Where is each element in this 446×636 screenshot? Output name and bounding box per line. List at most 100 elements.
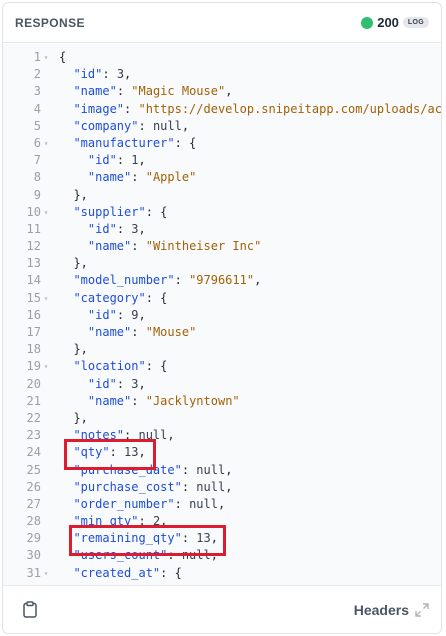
json-code-view[interactable]: 1 ▾{2 "id": 3, 3 "name": "Magic Mouse", 4 "… (3, 49, 441, 582)
code-line: 14 "model_number": "9796611", (3, 272, 441, 289)
json-punctuation: , (138, 445, 146, 460)
json-value: 3 (131, 221, 139, 236)
fold-toggle-icon[interactable]: ▾ (41, 135, 51, 152)
fold-toggle-icon[interactable]: ▾ (41, 49, 51, 66)
json-punctuation: : (131, 393, 146, 408)
code-line: 24 "qty": 13, (3, 444, 441, 461)
line-number: 5 (33, 118, 41, 133)
code-line: 18 }, (3, 341, 441, 358)
line-number: 10 (26, 204, 41, 219)
line-number: 28 (26, 514, 41, 529)
code-line: 8 "name": "Apple" (3, 169, 441, 186)
line-number: 21 (26, 393, 41, 408)
line-text: "order_number": null, (59, 496, 225, 513)
json-key: "image" (73, 101, 125, 116)
json-key: "users_count" (73, 548, 168, 563)
line-number: 2 (33, 67, 41, 82)
response-body[interactable]: 1 ▾{2 "id": 3, 3 "name": "Magic Mouse", 4 "… (3, 44, 441, 588)
json-punctuation: , (217, 496, 226, 511)
line-text: "location": { (59, 358, 167, 375)
json-key: "min_qty" (73, 514, 139, 529)
json-punctuation (59, 136, 73, 150)
json-punctuation: : (116, 307, 132, 322)
line-number: 16 (26, 307, 41, 322)
json-punctuation: , (167, 428, 175, 443)
line-number: 13 (26, 256, 41, 271)
code-line: 28 "min_qty": 2, (3, 513, 441, 530)
line-text: }, (59, 410, 88, 427)
json-string: "Apple" (145, 170, 197, 185)
code-line: 21 "name": "Jacklyntown" (3, 393, 441, 410)
log-badge[interactable]: LOG (402, 17, 429, 28)
line-number: 18 (26, 342, 41, 357)
json-punctuation (59, 428, 73, 442)
code-line: 29 "remaining_qty": 13, (3, 530, 441, 547)
json-value: null (152, 118, 182, 133)
line-text: "remaining_qty": 13, (59, 530, 218, 547)
line-number: 22 (26, 410, 41, 425)
json-key: "name" (87, 239, 132, 254)
code-line: 7 "id": 1, (3, 152, 441, 169)
json-punctuation (59, 222, 88, 236)
json-string: "Magic Mouse" (131, 84, 226, 99)
line-text: "name": "Jacklyntown" (59, 393, 240, 410)
line-text: "created_at": { (59, 565, 181, 582)
fold-toggle-icon[interactable]: ▾ (41, 290, 51, 307)
json-value: null (189, 496, 218, 511)
json-string: "Mouse" (145, 325, 197, 339)
json-punctuation (59, 119, 73, 133)
json-punctuation (59, 67, 73, 81)
json-punctuation (59, 359, 73, 373)
json-string: "9796611" (189, 273, 255, 288)
line-text: "image": "https://develop.snipeitapp.com… (59, 101, 441, 118)
json-punctuation: }, (59, 256, 88, 271)
json-key: "id" (87, 153, 117, 168)
json-value: null (196, 479, 226, 494)
json-punctuation: : { (145, 290, 168, 305)
json-punctuation: : (124, 101, 139, 116)
json-punctuation (59, 170, 88, 184)
line-text: "name": "Wintheiser Inc" (59, 238, 261, 255)
line-text: }, (59, 187, 88, 204)
json-key: "category" (73, 290, 146, 305)
line-text: { (59, 49, 66, 66)
line-text: "name": "Mouse" (59, 324, 196, 341)
json-punctuation (59, 325, 88, 339)
code-line: 13 }, (3, 255, 441, 272)
json-string: "https://develop.snipeitapp.com/uploads/… (138, 101, 441, 116)
line-number: 14 (26, 273, 41, 288)
clipboard-icon[interactable] (21, 601, 39, 619)
code-line: 23 "notes": null, (3, 427, 441, 444)
fold-toggle-icon[interactable]: ▾ (41, 565, 51, 582)
code-line: 16 "id": 9, (3, 307, 441, 324)
json-punctuation: : (131, 239, 146, 254)
line-number: 20 (26, 376, 41, 391)
line-number: 3 (33, 84, 41, 99)
fold-toggle-icon[interactable]: ▾ (41, 204, 51, 221)
json-punctuation: { (59, 50, 67, 64)
code-line: 10 ▾ "supplier": { (3, 204, 441, 221)
line-number: 7 (33, 153, 41, 168)
json-punctuation: , (225, 462, 233, 477)
code-line: 17 "name": "Mouse" (3, 324, 441, 341)
line-text: "id": 9, (59, 307, 146, 324)
fold-toggle-icon[interactable]: ▾ (41, 358, 51, 375)
json-punctuation: : (116, 84, 132, 99)
json-punctuation: }, (59, 410, 88, 425)
response-header: RESPONSE 200 LOG (3, 3, 441, 43)
line-text: "qty": 13, (59, 444, 146, 461)
json-key: "name" (73, 84, 117, 99)
json-punctuation: , (225, 84, 233, 99)
json-punctuation: , (254, 273, 262, 288)
line-number: 25 (26, 462, 41, 477)
code-line: 3 "name": "Magic Mouse", (3, 83, 441, 100)
json-punctuation: : (102, 67, 117, 82)
line-text: "id": 3, (59, 221, 146, 238)
json-punctuation: }, (59, 187, 88, 202)
json-key: "id" (87, 307, 117, 322)
json-punctuation (59, 548, 73, 562)
response-panel: RESPONSE 200 LOG 1 ▾{2 "id": 3, 3 "name": … (2, 2, 442, 634)
json-punctuation (59, 531, 73, 545)
headers-button[interactable]: Headers (354, 602, 429, 618)
line-number: 29 (26, 531, 41, 546)
